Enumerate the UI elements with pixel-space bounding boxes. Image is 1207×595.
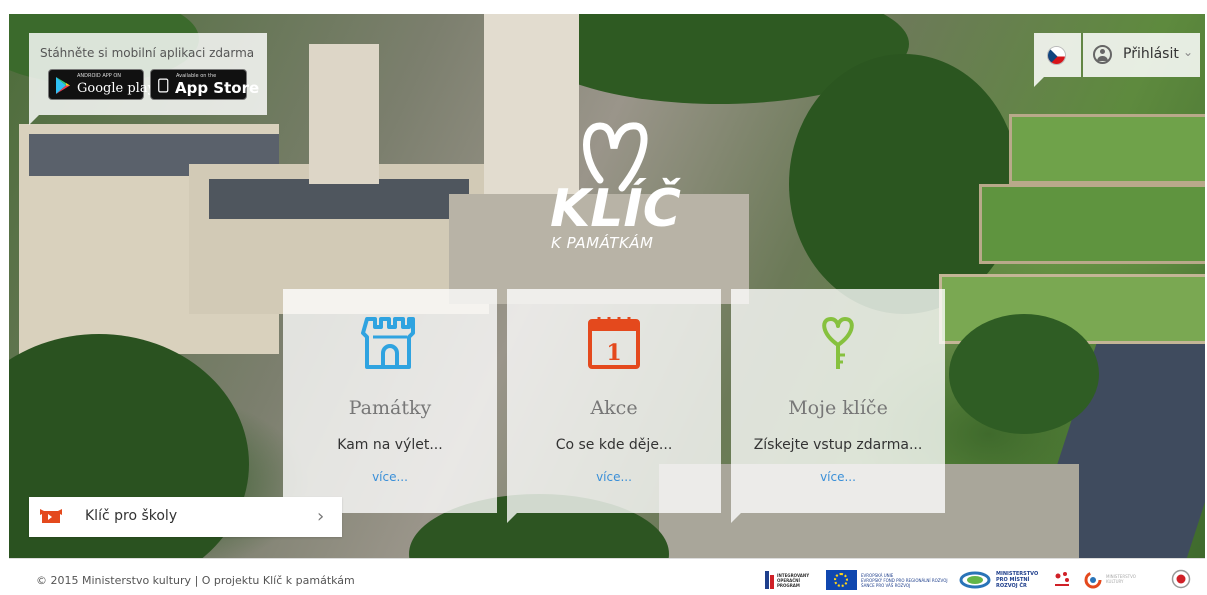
card-pamatky[interactable]: Památky Kam na výlet... více... [283,289,497,513]
iop-logo[interactable]: INTEGROVANÝ OPERAČNÍ PROGRAM [765,569,819,591]
eu-logo[interactable]: EVROPSKÁ UNIE EVROPSKÝ FOND PRO REGIONÁL… [826,569,956,591]
phone-icon [158,78,169,93]
school-flag-icon [40,509,62,523]
card-tag [507,513,517,523]
castle-icon [361,317,415,369]
mmr-swirl-icon [959,571,991,589]
google-play-badge[interactable]: ANDROID APP ON Google play [48,69,155,100]
card-akce[interactable]: 1 Akce Co se kde děje... více... [507,289,721,513]
castle-tower [309,44,379,184]
seal-icon [1171,569,1191,589]
calendar-icon: 1 [588,317,640,369]
app-store-label: App Store [175,79,260,97]
mk-icon [1084,571,1102,589]
promo-tag [29,115,39,125]
page: Stáhněte si mobilní aplikaci zdarma ANDR… [0,0,1207,595]
card-title: Moje klíče [788,397,888,419]
login-button[interactable]: Přihlásit ⌄ [1083,33,1200,77]
card-title: Památky [348,397,432,419]
eu-line-3: ŠANCE PRO VÁŠ ROZVOJ [861,583,911,588]
user-icon [1093,45,1112,64]
card-description: Kam na výlet... [337,437,443,453]
castle-roof-mid [209,179,469,219]
heart-key-icon [822,317,854,369]
czech-flag-icon[interactable] [1047,46,1066,65]
separator: | [194,574,199,587]
copyright: © 2015 Ministerstvo kultury [36,574,192,587]
login-label: Přihlásit [1123,46,1179,62]
chevron-down-icon: ⌄ [1183,45,1194,59]
chevron-right-icon: › [317,506,325,527]
iop-line-3: PROGRAM [777,583,800,588]
google-play-icon [56,77,70,94]
npu-logo[interactable] [1051,569,1073,591]
card-more-link[interactable]: více... [731,470,945,484]
npu-icon [1055,572,1069,586]
eu-flag-icon [826,570,857,590]
lang-tag [1034,77,1044,87]
app-promo: Stáhněte si mobilní aplikaci zdarma ANDR… [29,33,267,115]
logo-subtitle: K PAMÁTKÁM [551,234,654,252]
seal-logo[interactable] [1171,569,1193,591]
schools-label: Klíč pro školy [85,508,178,524]
tree-foreground-right [949,314,1099,434]
mk-line-2: KULTURY [1106,579,1124,584]
google-play-small-text: ANDROID APP ON [77,73,122,79]
mk-logo[interactable]: MINISTERSTVO KULTURY [1084,569,1166,591]
app-store-badge[interactable]: Available on the App Store [150,69,259,100]
garden-top [1009,114,1205,184]
card-more-link[interactable]: více... [283,470,497,484]
garden-parterre [979,184,1205,264]
mmr-line-3: ROZVOJ ČR [996,583,1027,589]
logo-main-text: KLÍČ [550,178,682,239]
card-title: Akce [590,397,638,419]
about-project-link[interactable]: O projektu Klíč k památkám [202,574,355,587]
card-more-link[interactable]: více... [507,470,721,484]
card-description: Získejte vstup zdarma... [753,437,923,453]
app-promo-text: Stáhněte si mobilní aplikaci zdarma [40,46,255,60]
google-play-label: Google play [77,81,155,96]
mmr-logo[interactable]: MINISTERSTVO PRO MÍSTNÍ ROZVOJ ČR [959,569,1039,591]
card-moje-klice[interactable]: Moje klíče Získejte vstup zdarma... více… [731,289,945,513]
footer-text: © 2015 Ministerstvo kultury | O projektu… [36,574,355,587]
card-tag [731,513,741,523]
footer: © 2015 Ministerstvo kultury | O projektu… [9,558,1205,595]
calendar-day: 1 [606,340,621,366]
card-description: Co se kde děje... [555,437,673,453]
